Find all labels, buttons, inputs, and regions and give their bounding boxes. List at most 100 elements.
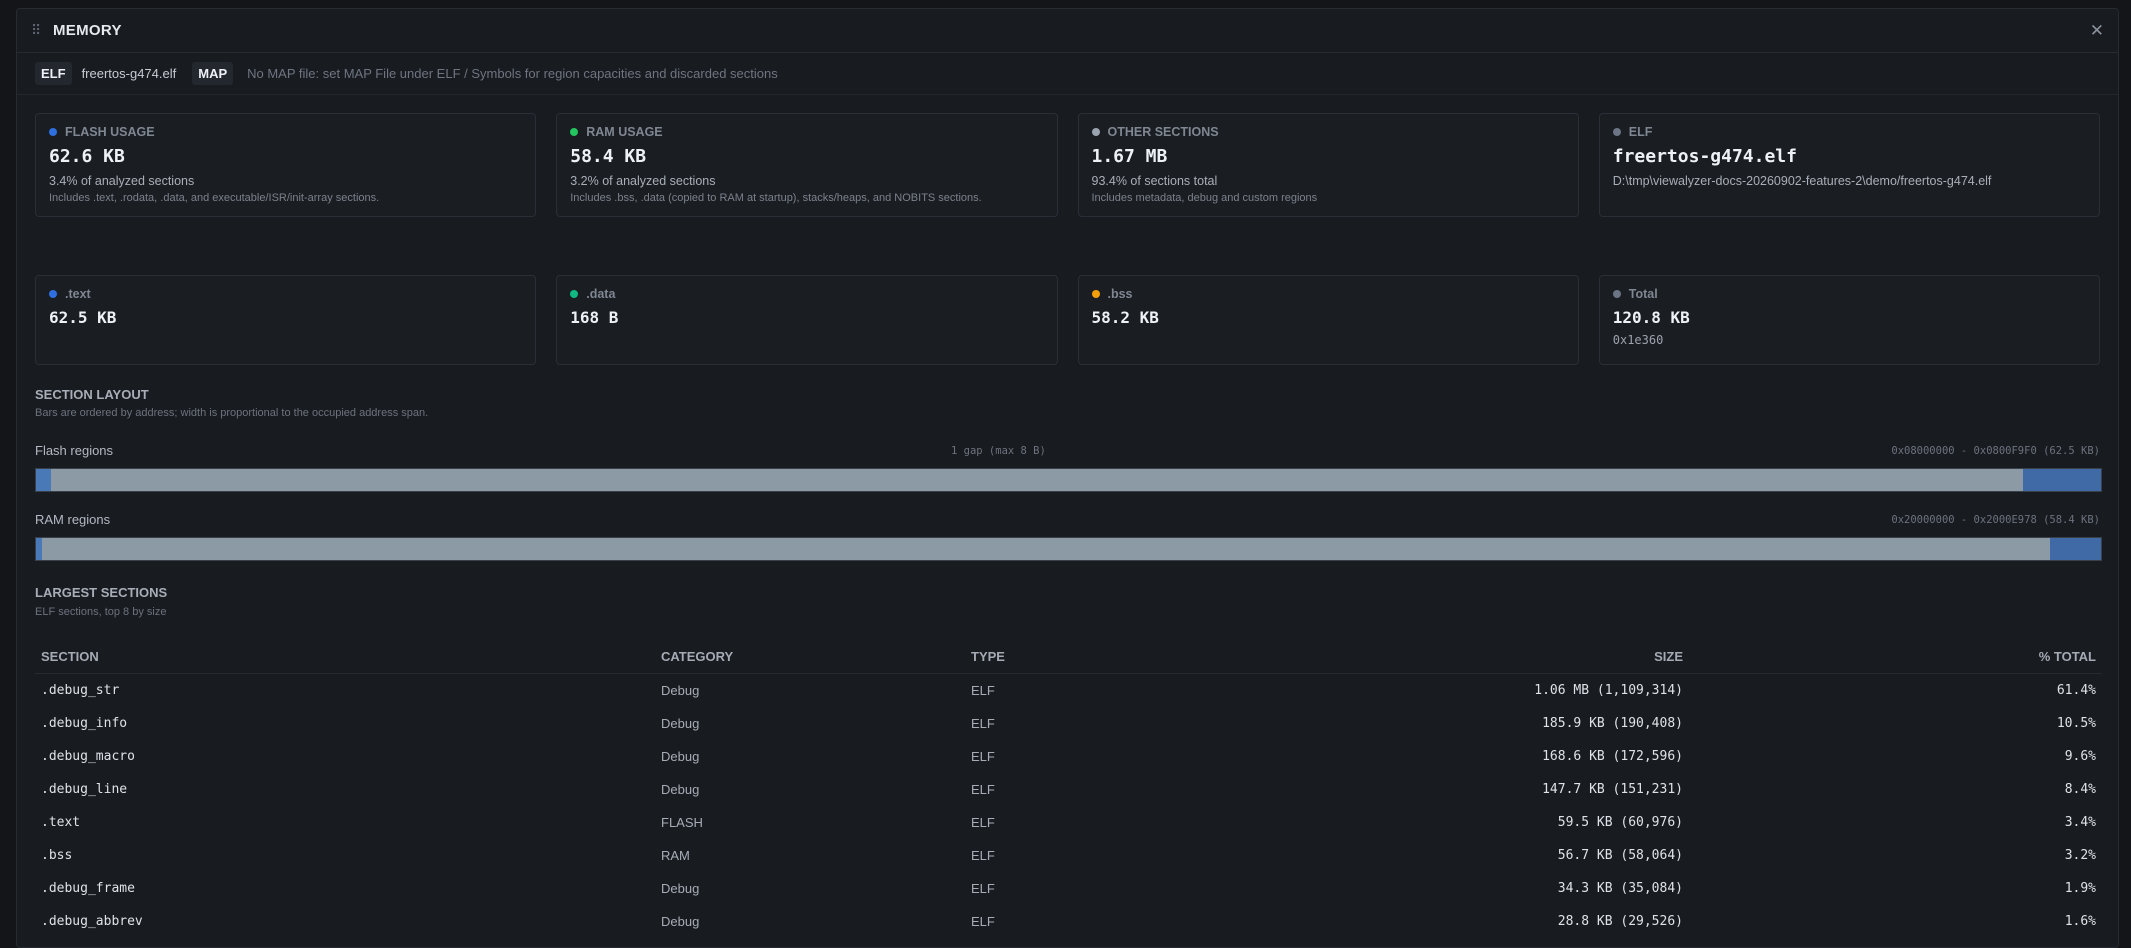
flash-gap-note: 1 gap (max 8 B) [951, 445, 1046, 457]
cell-pct: 3.2% [2064, 848, 2096, 863]
card-label: ELF [1628, 125, 1653, 139]
table-row[interactable]: .debug_info Debug ELF 185.9 KB (190,408)… [35, 707, 2102, 740]
cell-pct: 10.5% [2056, 716, 2096, 731]
col-size[interactable]: SIZE [1277, 639, 1689, 674]
col-section[interactable]: SECTION [35, 639, 655, 674]
flash-seg-vector[interactable] [36, 469, 51, 491]
cell-category: Debug [661, 683, 700, 698]
cell-type: ELF [971, 815, 995, 830]
cell-size: 28.8 KB (29,526) [1557, 914, 1683, 929]
table-header-row: SECTION CATEGORY TYPE SIZE % TOTAL [35, 639, 2102, 674]
cell-category: FLASH [661, 815, 703, 830]
other-sections-card: OTHER SECTIONS 1.67 MB 93.4% of sections… [1077, 113, 1579, 217]
cell-pct: 1.9% [2064, 881, 2096, 896]
cell-type: ELF [971, 716, 995, 731]
card-label: FLASH USAGE [65, 125, 155, 139]
table-row[interactable]: .debug_line Debug ELF 147.7 KB (151,231)… [35, 773, 2102, 806]
flash-dot-icon [49, 128, 57, 136]
card-value: 1.67 MB [1091, 146, 1168, 167]
other-dot-icon [1091, 128, 1100, 136]
drag-handle-icon[interactable]: ⠿ [31, 22, 53, 39]
cell-category: Debug [661, 749, 700, 764]
section-layout-subtitle: Bars are ordered by address; width is pr… [35, 407, 429, 419]
cell-section: .text [41, 815, 81, 830]
stat-value: 120.8 KB [1612, 308, 1690, 327]
stat-label: .data [586, 287, 616, 301]
card-label: RAM USAGE [586, 125, 663, 139]
card-sub: 3.2% of analyzed sections [570, 174, 716, 188]
flash-seg-text[interactable] [51, 469, 2023, 491]
cell-section: .debug_str [41, 683, 120, 698]
stat-value: 62.5 KB [49, 308, 117, 327]
close-icon[interactable]: ✕ [2090, 21, 2104, 41]
title-bar: ⠿ MEMORY ✕ [17, 9, 2118, 53]
cell-size: 147.7 KB (151,231) [1542, 782, 1683, 797]
cell-pct: 9.6% [2064, 749, 2096, 764]
card-note: Includes .bss, .data (copied to RAM at s… [570, 192, 982, 204]
cell-type: ELF [971, 881, 995, 896]
stat-label: Total [1628, 287, 1658, 301]
total-stat-card: Total 120.8 KB 0x1e360 [1598, 275, 2100, 365]
total-dot-icon [1612, 290, 1621, 298]
memory-panel: ⠿ MEMORY ✕ ELF freertos-g474.elf MAP No … [16, 8, 2119, 948]
stat-value: 58.2 KB [1091, 308, 1159, 327]
elf-filename: freertos-g474.elf [81, 66, 177, 81]
stat-value: 168 B [570, 308, 619, 327]
cell-type: ELF [971, 782, 995, 797]
map-note: No MAP file: set MAP File under ELF / Sy… [247, 66, 778, 81]
cell-pct: 61.4% [2056, 683, 2096, 698]
largest-sections-subtitle: ELF sections, top 8 by size [35, 606, 167, 618]
cell-category: Debug [661, 881, 700, 896]
cell-section: .debug_abbrev [41, 914, 143, 929]
table-row[interactable]: .debug_frame Debug ELF 34.3 KB (35,084) … [35, 872, 2102, 905]
col-type[interactable]: TYPE [965, 639, 1277, 674]
cell-pct: 8.4% [2064, 782, 2096, 797]
cell-section: .debug_frame [41, 881, 135, 896]
card-label: OTHER SECTIONS [1107, 125, 1219, 139]
card-value: freertos-g474.elf [1612, 146, 1797, 167]
card-sub: 3.4% of analyzed sections [49, 174, 195, 188]
col-category[interactable]: CATEGORY [655, 639, 965, 674]
ram-seg-stack[interactable] [2050, 538, 2101, 560]
stat-label: .text [65, 287, 91, 301]
text-dot-icon [49, 290, 57, 298]
ram-range: 0x20000000 - 0x2000E978 (58.4 KB) [1891, 514, 2100, 526]
cell-type: ELF [971, 683, 995, 698]
flash-regions-label: Flash regions [35, 443, 114, 458]
table-row[interactable]: .debug_macro Debug ELF 168.6 KB (172,596… [35, 740, 2102, 773]
file-bar: ELF freertos-g474.elf MAP No MAP file: s… [17, 53, 2118, 95]
bss-dot-icon [1091, 290, 1100, 298]
cell-category: Debug [661, 716, 700, 731]
cell-section: .debug_info [41, 716, 128, 731]
cell-type: ELF [971, 914, 995, 929]
total-hex: 0x1e360 [1612, 333, 1664, 347]
flash-seg-rodata[interactable] [2023, 469, 2101, 491]
ram-seg-bss[interactable] [42, 538, 2050, 560]
bss-stat-card: .bss 58.2 KB [1077, 275, 1579, 365]
cell-size: 34.3 KB (35,084) [1557, 881, 1683, 896]
summary-cards: FLASH USAGE 62.6 KB 3.4% of analyzed sec… [35, 113, 2100, 217]
elf-path: D:\tmp\viewalyzer-docs-20260902-features… [1612, 174, 1992, 188]
cell-size: 168.6 KB (172,596) [1542, 749, 1683, 764]
table-row[interactable]: .bss RAM ELF 56.7 KB (58,064) 3.2% [35, 839, 2102, 872]
cell-section: .bss [41, 848, 73, 863]
col-pct-total[interactable]: % TOTAL [1689, 639, 2102, 674]
table-row[interactable]: .text FLASH ELF 59.5 KB (60,976) 3.4% [35, 806, 2102, 839]
ram-usage-card: RAM USAGE 58.4 KB 3.2% of analyzed secti… [556, 113, 1058, 217]
cell-size: 56.7 KB (58,064) [1557, 848, 1683, 863]
ram-dot-icon [570, 128, 579, 136]
largest-sections-table: SECTION CATEGORY TYPE SIZE % TOTAL .debu… [35, 639, 2102, 938]
cell-pct: 3.4% [2064, 815, 2096, 830]
cell-type: ELF [971, 749, 995, 764]
table-row[interactable]: .debug_str Debug ELF 1.06 MB (1,109,314)… [35, 674, 2102, 708]
table-row[interactable]: .debug_abbrev Debug ELF 28.8 KB (29,526)… [35, 905, 2102, 938]
stat-label: .bss [1107, 287, 1133, 301]
flash-region-bar[interactable] [35, 468, 2102, 492]
data-dot-icon [570, 290, 579, 298]
panel-title: MEMORY [53, 22, 122, 39]
cell-category: Debug [661, 782, 700, 797]
card-value: 62.6 KB [49, 146, 125, 167]
ram-region-bar[interactable] [35, 537, 2102, 561]
map-tag: MAP [192, 62, 234, 85]
data-stat-card: .data 168 B [556, 275, 1058, 365]
